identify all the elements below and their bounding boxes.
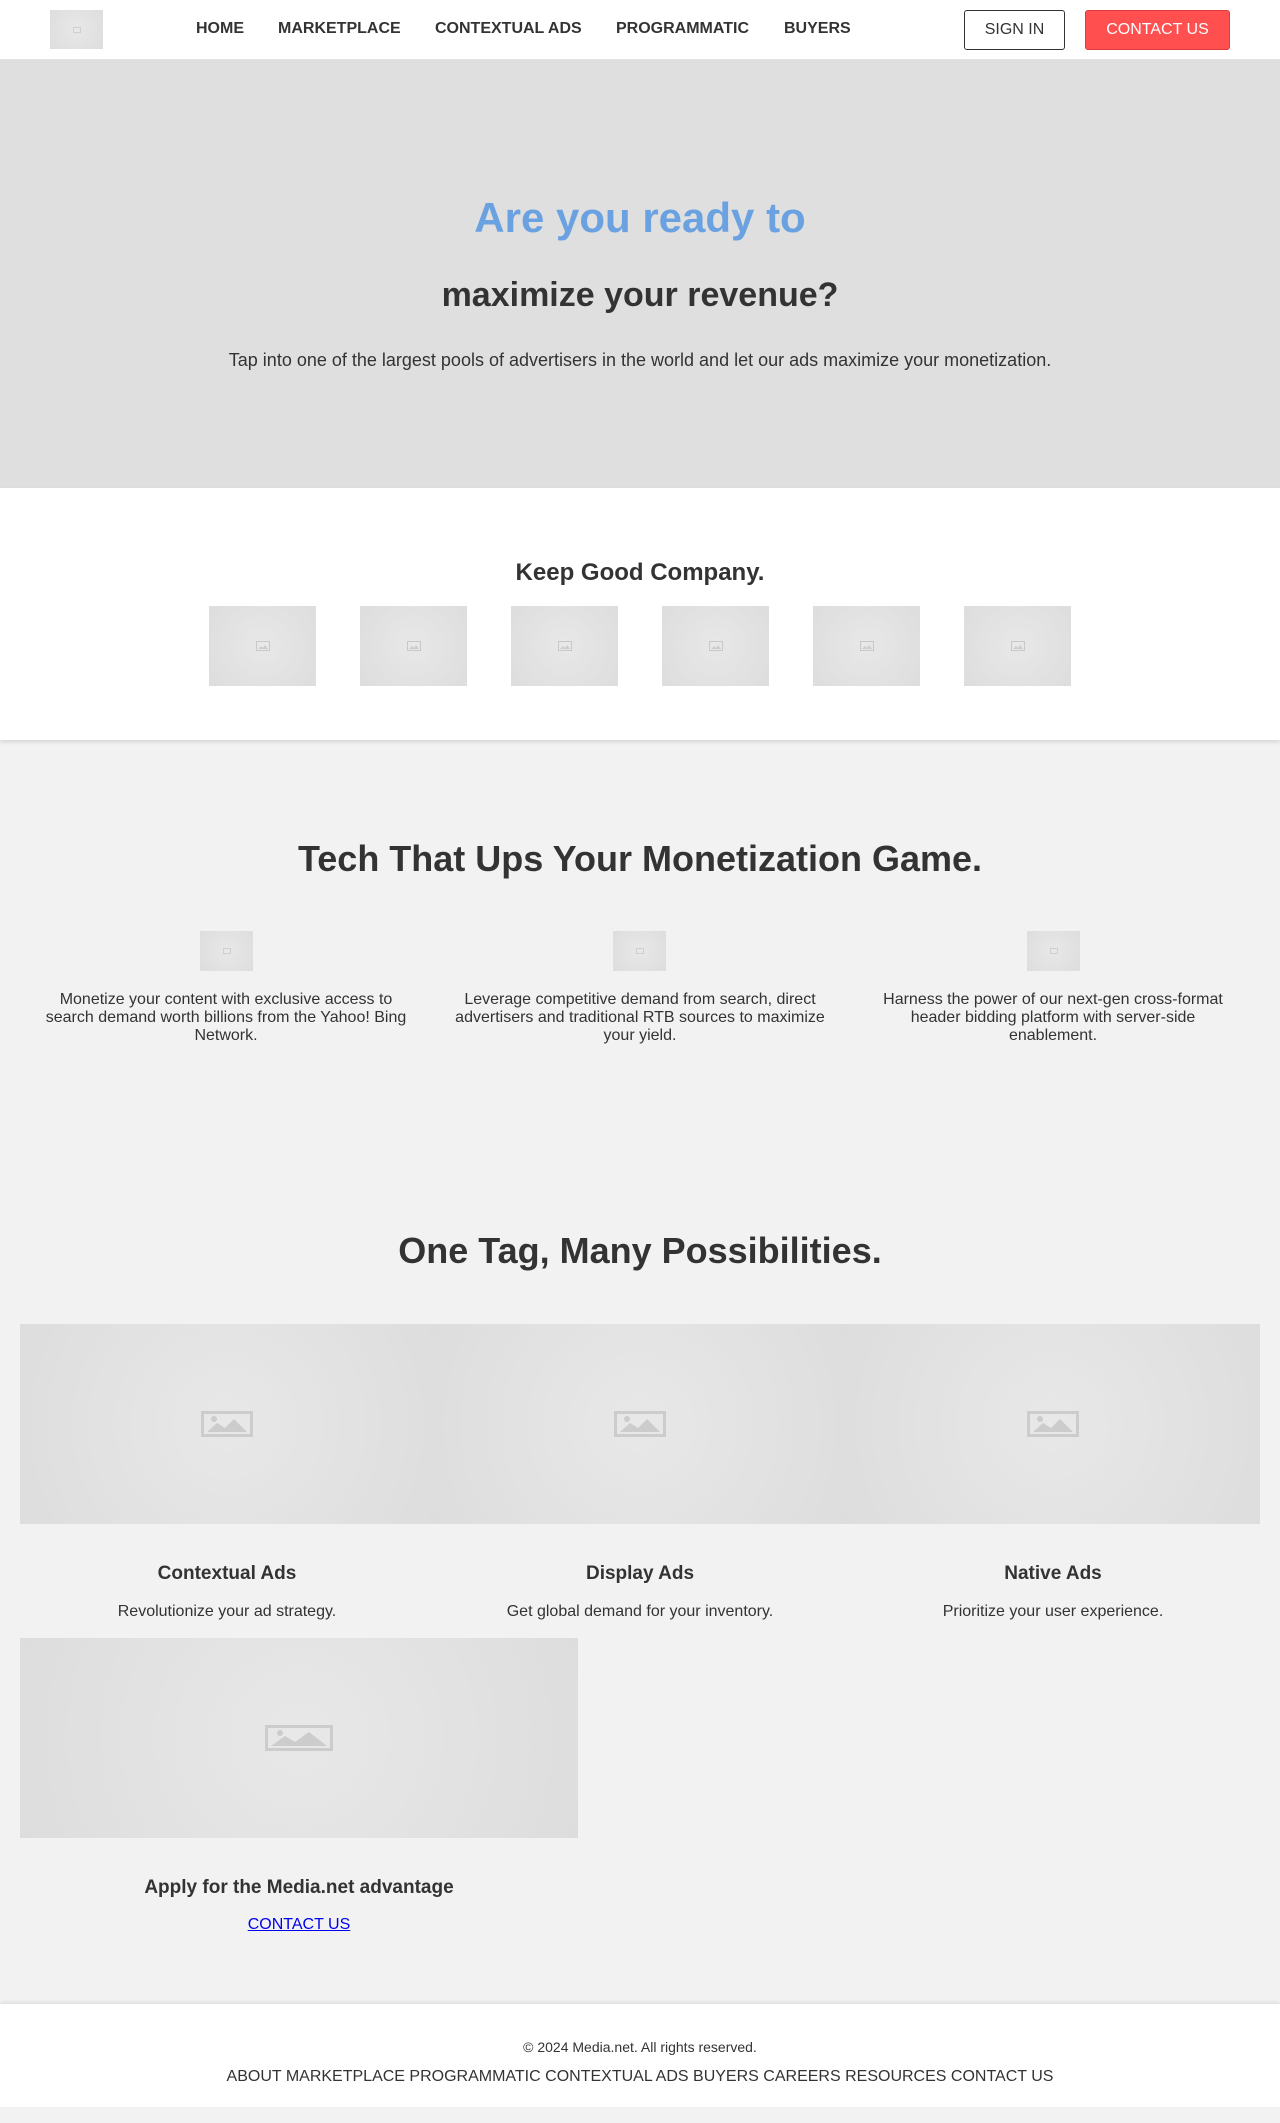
footer-link-resources[interactable]: RESOURCES [845,2068,946,2085]
partner-logo [209,606,316,686]
site-header: HOME MARKETPLACE CONTEXTUAL ADS PROGRAMM… [0,0,1280,60]
hero-section: Are you ready to maximize your revenue? … [0,60,1280,488]
footer-link-contextual-ads[interactable]: CONTEXTUAL ADS [545,2068,688,2085]
feature-icon [613,931,666,971]
footer-link-about[interactable]: ABOUT [227,2068,282,2085]
nav-buyers[interactable]: BUYERS [784,20,851,38]
product-image [433,1324,847,1524]
feature-text: Leverage competitive demand from search,… [455,991,825,1044]
apply-title: Apply for the Media.net advantage [144,1877,454,1898]
apply-image [20,1638,578,1838]
footer-nav: ABOUT MARKETPLACE PROGRAMMATIC CONTEXTUA… [0,2068,1280,2086]
footer-link-contact-us[interactable]: CONTACT US [951,2068,1054,2085]
sign-in-button[interactable]: SIGN IN [964,10,1065,50]
tech-title: Tech That Ups Your Monetization Game. [297,838,983,879]
hero-headline: maximize your revenue? [441,276,839,314]
partner-logo [511,606,618,686]
image-placeholder-icon [1010,641,1025,651]
image-placeholder-icon [859,641,874,651]
image-placeholder-icon [255,641,270,651]
hero-headline-accent: Are you ready to [474,194,806,241]
apply-contact-link[interactable]: CONTACT US [248,1916,351,1933]
contact-us-button[interactable]: CONTACT US [1085,10,1230,50]
footer-link-careers[interactable]: CAREERS [763,2068,840,2085]
image-placeholder-icon [1027,1411,1079,1437]
product-image [20,1324,434,1524]
partner-logo [813,606,920,686]
partners-title: Keep Good Company. [515,559,765,586]
products-title: One Tag, Many Possibilities. [398,1230,882,1271]
image-placeholder-icon [222,948,231,954]
partner-logo [360,606,467,686]
image-placeholder-icon [201,1411,253,1437]
image-placeholder-icon [406,641,421,651]
copyright-text: © 2024 Media.net. All rights reserved. [523,2039,757,2055]
apply-link-wrapper: CONTACT US [20,1916,578,1934]
product-description: Get global demand for your inventory. [506,1603,774,1620]
product-description: Revolutionize your ad strategy. [117,1603,337,1620]
product-title: Contextual Ads [157,1563,297,1584]
image-placeholder-icon [1049,948,1058,954]
site-logo[interactable] [50,10,103,49]
feature-text: Monetize your content with exclusive acc… [45,991,407,1044]
partner-logo [964,606,1071,686]
footer-link-buyers[interactable]: BUYERS [693,2068,759,2085]
nav-programmatic[interactable]: PROGRAMMATIC [616,20,749,38]
feature-icon [200,931,253,971]
image-placeholder-icon [708,641,723,651]
hero-subtitle: Tap into one of the largest pools of adv… [228,350,1052,370]
image-placeholder-icon [614,1411,666,1437]
footer-link-programmatic[interactable]: PROGRAMMATIC [409,2068,540,2085]
product-title: Native Ads [1004,1563,1102,1584]
image-placeholder-icon [72,26,81,33]
image-placeholder-icon [265,1725,333,1751]
nav-home[interactable]: HOME [196,20,244,38]
nav-marketplace[interactable]: MARKETPLACE [278,20,401,38]
footer-link-marketplace[interactable]: MARKETPLACE [286,2068,405,2085]
product-title: Display Ads [585,1563,695,1584]
image-placeholder-icon [635,948,644,954]
site-footer: © 2024 Media.net. All rights reserved. A… [0,2004,1280,2107]
partner-logo [662,606,769,686]
partners-section: Keep Good Company. [0,488,1280,740]
feature-icon [1027,931,1080,971]
image-placeholder-icon [557,641,572,651]
product-description: Prioritize your user experience. [942,1603,1164,1620]
nav-contextual-ads[interactable]: CONTEXTUAL ADS [435,20,582,38]
product-image [846,1324,1260,1524]
feature-text: Harness the power of our next-gen cross-… [883,991,1223,1044]
